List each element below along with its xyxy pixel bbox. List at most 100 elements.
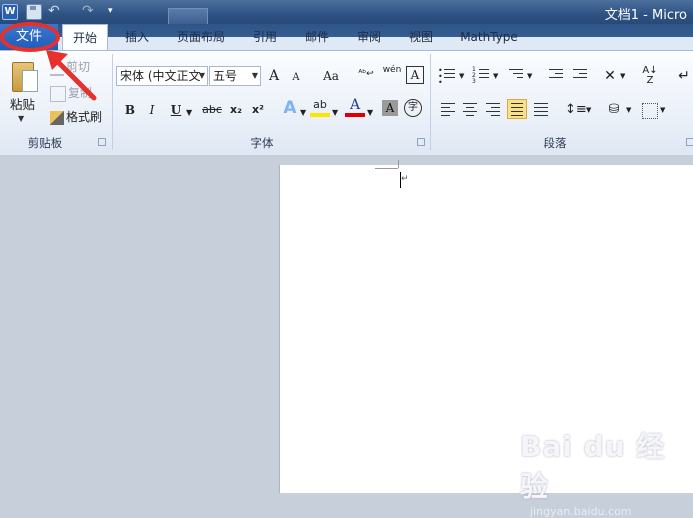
font-name-value: 宋体 (中文正文	[120, 69, 201, 83]
increase-indent-icon	[573, 66, 587, 81]
distributed-button[interactable]	[531, 100, 551, 120]
bullets-button[interactable]: • • •	[438, 66, 458, 87]
asian-layout-button[interactable]: ✕	[600, 66, 620, 86]
paint-bucket-icon: ⛁	[608, 102, 620, 117]
shrink-font-button[interactable]: A	[286, 68, 306, 88]
font-name-select[interactable]: 宋体 (中文正文 ▼	[116, 66, 208, 86]
multilevel-list-button[interactable]	[506, 66, 526, 86]
char-border-button[interactable]: A	[406, 66, 424, 84]
numbering-button[interactable]: 123	[472, 66, 492, 86]
multilevel-list-icon	[509, 66, 523, 81]
paragraph-launcher-icon[interactable]	[686, 138, 693, 146]
font-group-label: 字体	[250, 136, 274, 150]
redo-icon[interactable]: ↷	[82, 4, 96, 18]
align-justify-icon	[511, 100, 523, 119]
enclose-chars-button[interactable]: 字	[404, 99, 422, 117]
align-center-button[interactable]	[460, 100, 480, 120]
tab-review[interactable]: 审阅	[348, 24, 390, 50]
chevron-down-icon[interactable]: ▼	[332, 108, 338, 117]
watermark-brand: Bai du 经验	[520, 430, 666, 503]
increase-indent-button[interactable]	[570, 66, 590, 86]
bold-button[interactable]: B	[120, 100, 140, 120]
align-justify-button[interactable]	[507, 99, 527, 119]
window-title: 文档1 - Micro	[604, 8, 687, 23]
superscript-button[interactable]: x²	[248, 100, 268, 120]
shading-button[interactable]: ⛁	[604, 100, 624, 120]
text-effects-button[interactable]: A	[280, 98, 300, 118]
chevron-down-icon[interactable]: ▼	[626, 106, 631, 114]
chevron-down-icon: ▼	[251, 71, 258, 80]
chevron-down-icon[interactable]: ▼	[459, 72, 464, 80]
asian-layout-icon: ✕	[604, 68, 616, 84]
bullets-icon	[444, 66, 455, 81]
strikethrough-button[interactable]: abc	[200, 100, 224, 120]
decrease-indent-button[interactable]	[546, 66, 566, 86]
show-marks-icon: ↵	[678, 68, 690, 84]
paragraph-group-label: 段落	[543, 136, 567, 150]
font-size-select[interactable]: 五号 ▼	[209, 66, 261, 86]
borders-button[interactable]	[642, 103, 658, 119]
paste-button[interactable]: 粘贴	[10, 94, 35, 113]
chevron-down-icon[interactable]: ▼	[300, 108, 306, 117]
clear-format-icon: ᴬᵇ↩	[358, 69, 374, 79]
chevron-down-icon[interactable]: ▼	[527, 72, 532, 80]
brush-icon	[50, 110, 64, 125]
word-icon[interactable]: W	[2, 4, 18, 20]
distributed-icon	[534, 100, 548, 119]
decrease-indent-icon	[549, 66, 563, 81]
align-left-button[interactable]	[438, 100, 458, 120]
qat-customize-icon[interactable]: ▾	[108, 4, 116, 18]
undo-icon[interactable]: ↶	[48, 4, 62, 18]
align-center-icon	[463, 100, 477, 119]
title-decoration	[168, 8, 208, 25]
show-marks-button[interactable]: ↵	[674, 66, 693, 86]
sort-icon: A↓ Z	[642, 65, 658, 86]
align-right-icon	[486, 100, 500, 119]
tab-insert[interactable]: 插入	[116, 24, 158, 50]
font-color-button[interactable]: A	[345, 98, 365, 117]
chevron-down-icon[interactable]: ▼	[493, 72, 498, 80]
paragraph-mark-icon: ↵	[401, 174, 409, 184]
line-spacing-button[interactable]: ↕≡	[565, 100, 587, 120]
grow-font-button[interactable]: A	[264, 66, 284, 86]
watermark: Bai du 经验 jingyan.baidu.com	[520, 425, 690, 518]
margin-corner-mark	[375, 168, 398, 169]
margin-corner-mark	[398, 160, 399, 168]
chevron-down-icon[interactable]: ▼	[660, 106, 665, 114]
sort-button[interactable]: A↓ Z	[640, 66, 660, 86]
format-painter-label: 格式刷	[66, 110, 103, 124]
watermark-url: jingyan.baidu.com	[530, 505, 632, 518]
underline-button[interactable]: U	[166, 100, 186, 120]
clear-format-button[interactable]: ᴬᵇ↩	[356, 64, 376, 84]
paste-dropdown-icon[interactable]: ▼	[18, 114, 24, 123]
title-bar: W ↶ ↷ ▾ 文档1 - Micro	[0, 0, 693, 25]
font-size-value: 五号	[213, 69, 238, 83]
italic-button[interactable]: I	[142, 100, 162, 120]
chevron-down-icon: ▼	[198, 71, 205, 80]
tab-mailings[interactable]: 邮件	[296, 24, 338, 50]
align-right-button[interactable]	[483, 100, 503, 120]
chevron-down-icon[interactable]: ▼	[186, 108, 192, 117]
chevron-down-icon[interactable]: ▼	[620, 72, 625, 80]
tab-view[interactable]: 视图	[400, 24, 442, 50]
clipboard-launcher-icon[interactable]	[98, 138, 106, 146]
chevron-down-icon[interactable]: ▼	[586, 106, 591, 114]
paste-icon[interactable]	[10, 58, 38, 92]
save-icon[interactable]	[26, 4, 42, 20]
numbering-icon	[479, 66, 489, 81]
subscript-button[interactable]: x₂	[226, 100, 246, 120]
line-spacing-icon: ↕≡	[565, 102, 587, 117]
font-launcher-icon[interactable]	[417, 138, 425, 146]
change-case-button[interactable]: Aa	[318, 66, 344, 86]
annotation-arrow-icon	[46, 50, 97, 101]
tab-page-layout[interactable]: 页面布局	[168, 24, 234, 50]
tab-mathtype[interactable]: MathType	[452, 24, 526, 50]
format-painter-button[interactable]: 格式刷	[50, 108, 102, 126]
clipboard-group-label: 剪贴板	[27, 136, 63, 150]
tab-references[interactable]: 引用	[244, 24, 286, 50]
align-left-icon	[441, 100, 455, 119]
highlight-button[interactable]: ab	[310, 98, 330, 117]
phonetic-guide-button[interactable]: wén	[382, 64, 402, 84]
char-shading-button[interactable]: A	[382, 100, 398, 116]
chevron-down-icon[interactable]: ▼	[367, 108, 373, 117]
